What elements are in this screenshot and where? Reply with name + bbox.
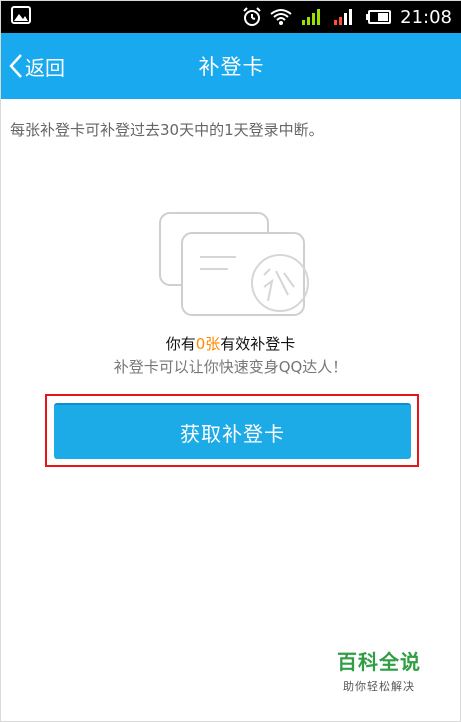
gallery-icon xyxy=(11,6,31,28)
watermark-title: 百科全说 xyxy=(337,650,421,674)
back-label: 返回 xyxy=(25,55,65,80)
alarm-icon xyxy=(242,7,262,27)
page-title: 补登卡 xyxy=(198,55,265,79)
battery-icon xyxy=(366,9,392,25)
count-prefix: 你有 xyxy=(165,335,196,353)
subtitle-text: 补登卡可以让你快速变身QQ达人！ xyxy=(113,358,348,376)
watermark-logo: 百科全说 助你轻松解决 xyxy=(321,642,437,698)
wifi-icon xyxy=(270,8,292,26)
signal-3g-icon xyxy=(332,8,358,26)
chevron-left-icon xyxy=(9,53,23,79)
count-suffix: 有效补登卡 xyxy=(220,335,296,353)
description-text: 每张补登卡可补登过去30天中的1天登录中断。 xyxy=(10,121,324,139)
watermark-subtitle: 助你轻松解决 xyxy=(343,680,415,693)
back-button[interactable]: 返回 xyxy=(9,33,65,99)
card-count-text: 你有0张有效补登卡 xyxy=(1,333,460,354)
signal-icon xyxy=(300,8,324,26)
title-bar: 返回 补登卡 xyxy=(1,33,461,99)
status-time: 21:08 xyxy=(400,6,452,28)
status-bar: 21:08 xyxy=(1,1,461,33)
card-illustration-icon xyxy=(156,209,310,321)
get-card-button[interactable]: 获取补登卡 xyxy=(54,403,411,459)
card-count-value: 0张 xyxy=(195,335,221,353)
